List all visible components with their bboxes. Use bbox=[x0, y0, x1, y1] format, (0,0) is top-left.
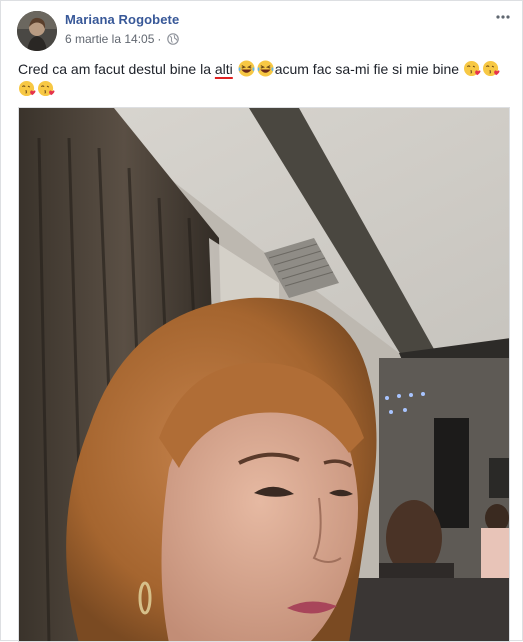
post-timestamp[interactable]: 6 martie la 14:05 bbox=[65, 32, 154, 46]
kissing-heart-emoji bbox=[38, 80, 55, 97]
globe-icon[interactable] bbox=[167, 33, 180, 45]
meta-separator: · bbox=[157, 32, 162, 46]
post-text-part2: acum fac sa-mi fie si mie bine bbox=[274, 61, 460, 77]
kissing-heart-emoji bbox=[463, 60, 481, 77]
misspelled-word[interactable]: alti bbox=[215, 61, 233, 77]
post-text-part1: Cred ca am facut destul bine la bbox=[18, 61, 215, 77]
profile-avatar[interactable] bbox=[17, 11, 57, 51]
post-author-name[interactable]: Mariana Rogobete bbox=[65, 12, 179, 27]
post-photo[interactable] bbox=[18, 107, 510, 642]
laughing-emoji bbox=[257, 60, 274, 77]
kissing-heart-emoji bbox=[19, 80, 36, 97]
post-text: Cred ca am facut destul bine la alti acu… bbox=[18, 59, 513, 99]
more-options-icon[interactable] bbox=[494, 11, 512, 23]
post-meta: 6 martie la 14:05 · bbox=[65, 32, 180, 46]
laughing-emoji bbox=[238, 60, 255, 77]
kissing-heart-emoji bbox=[482, 60, 500, 77]
